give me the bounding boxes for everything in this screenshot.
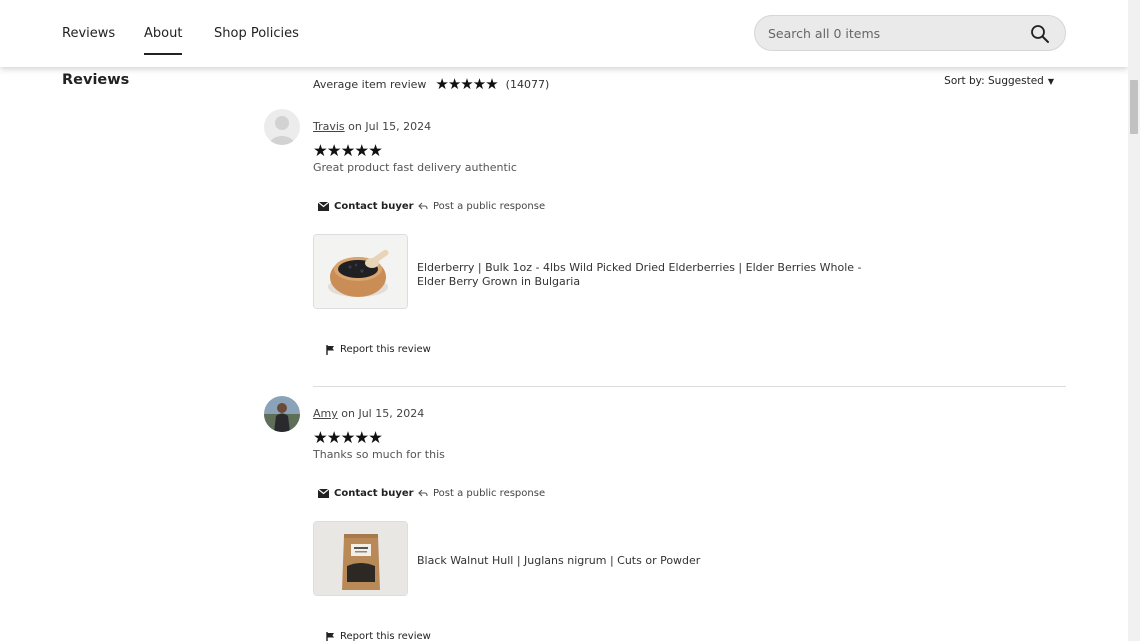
page-scrollbar[interactable] (1128, 0, 1140, 641)
review-item: Travis on Jul 15, 2024 ★★★★★ Great produ… (264, 109, 1066, 369)
nav-tab-reviews[interactable]: Reviews (62, 26, 115, 41)
sort-dropdown[interactable]: Sort by: Suggested ▼ (944, 75, 1054, 87)
avatar-photo (264, 396, 300, 432)
reviewer-name-link[interactable]: Amy (313, 407, 338, 420)
nav-tab-about[interactable]: About (144, 26, 183, 55)
reviewer-info: Amy on Jul 15, 2024 (313, 407, 424, 420)
post-public-response-button[interactable]: Post a public response (418, 488, 545, 499)
search-icon[interactable] (1030, 24, 1050, 44)
reply-arrow-icon (418, 202, 428, 210)
reply-arrow-icon (418, 489, 428, 497)
review-text: Thanks so much for this (313, 448, 445, 461)
review-rating-stars: ★★★★★ (313, 142, 383, 160)
contact-buyer-button[interactable]: Contact buyer (318, 201, 414, 212)
post-response-label: Post a public response (433, 488, 546, 499)
contact-buyer-label: Contact buyer (334, 488, 414, 499)
review-divider (313, 386, 1066, 387)
average-review-label: Average item review (313, 77, 427, 91)
report-review-button[interactable]: Report this review (326, 631, 431, 641)
review-count: (14077) (505, 77, 550, 91)
reviews-section-title: Reviews (62, 72, 130, 88)
post-public-response-button[interactable]: Post a public response (418, 201, 545, 212)
review-text: Great product fast delivery authentic (313, 161, 517, 174)
contact-buyer-label: Contact buyer (334, 201, 414, 212)
item-thumbnail-black-walnut[interactable] (313, 521, 408, 596)
reviewer-name-link[interactable]: Travis (313, 120, 345, 133)
reviews-summary: Average item review ★★★★★ (14077) (313, 75, 550, 93)
item-title-link[interactable]: Black Walnut Hull | Juglans nigrum | Cut… (417, 554, 887, 568)
review-date: on Jul 15, 2024 (348, 120, 432, 133)
shop-header: Reviews About Shop Policies (0, 0, 1128, 67)
post-response-label: Post a public response (433, 201, 546, 212)
report-review-label: Report this review (340, 631, 431, 641)
avatar-default (264, 109, 300, 145)
reviewer-info: Travis on Jul 15, 2024 (313, 120, 431, 133)
report-review-label: Report this review (340, 344, 431, 355)
search-input[interactable] (768, 24, 1018, 42)
nav-tab-shop-policies[interactable]: Shop Policies (214, 26, 299, 41)
envelope-icon (318, 489, 329, 498)
review-date: on Jul 15, 2024 (341, 407, 425, 420)
caret-down-icon: ▼ (1047, 77, 1054, 86)
contact-buyer-button[interactable]: Contact buyer (318, 488, 414, 499)
item-title-link[interactable]: Elderberry | Bulk 1oz - 4lbs Wild Picked… (417, 261, 887, 289)
scrollbar-thumb[interactable] (1130, 80, 1138, 134)
flag-icon (326, 344, 334, 355)
average-rating-stars: ★★★★★ (435, 75, 498, 93)
report-review-button[interactable]: Report this review (326, 344, 431, 355)
sort-label: Sort by: Suggested (944, 75, 1044, 87)
envelope-icon (318, 202, 329, 211)
item-thumbnail-elderberry[interactable] (313, 234, 408, 309)
search-bar (754, 15, 1066, 51)
review-rating-stars: ★★★★★ (313, 429, 383, 447)
flag-icon (326, 631, 334, 641)
review-item: Amy on Jul 15, 2024 ★★★★★ Thanks so much… (264, 396, 1066, 641)
